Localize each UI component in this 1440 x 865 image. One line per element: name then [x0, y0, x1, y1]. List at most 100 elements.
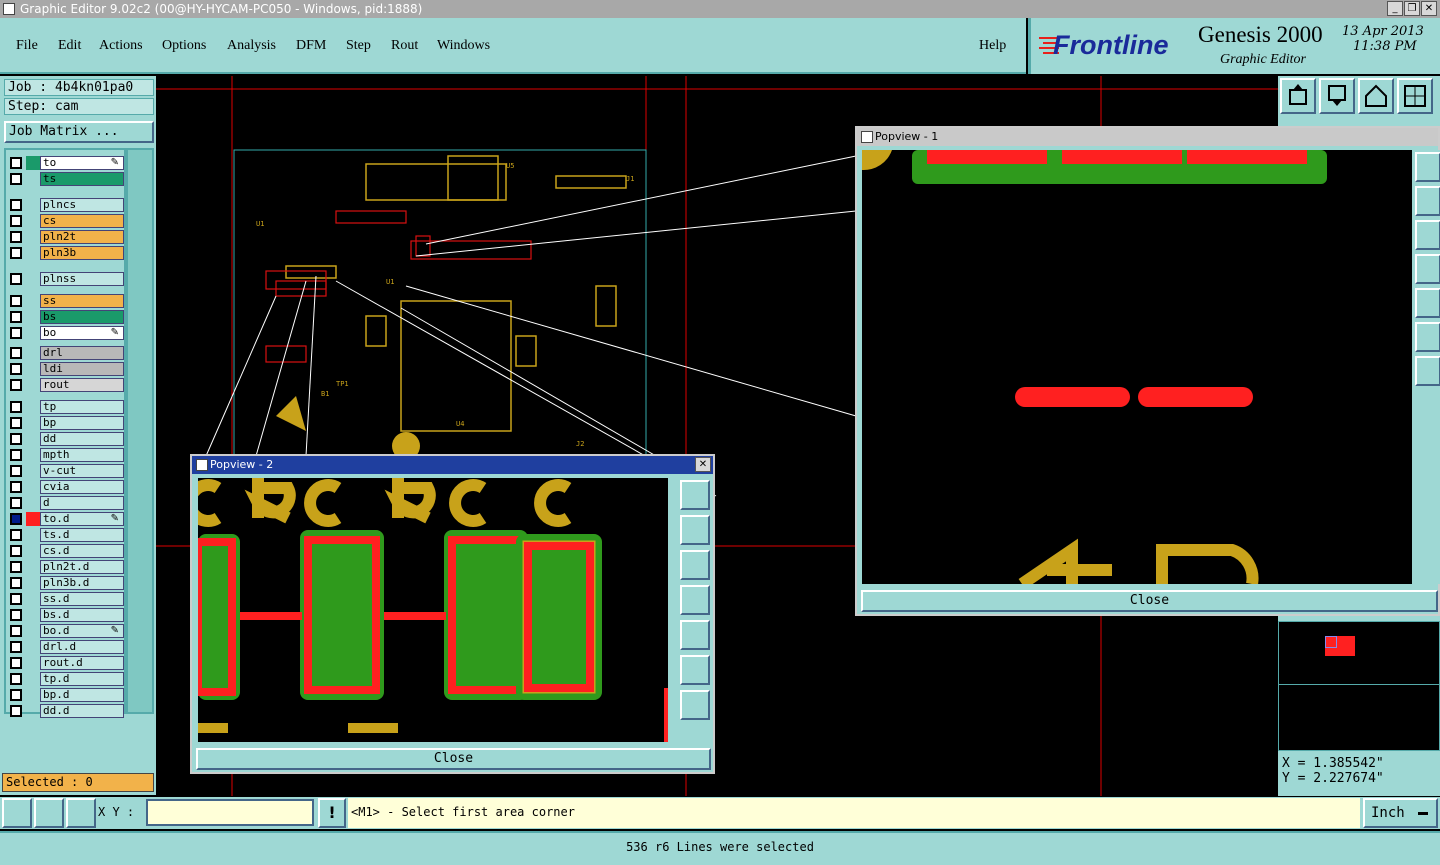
layer-row-bo[interactable]: bo ✎: [8, 326, 124, 340]
popview-1-canvas[interactable]: [862, 150, 1412, 584]
layer-row-pln2t.d[interactable]: pln2t.d: [8, 560, 124, 574]
layer-name[interactable]: plnss: [40, 272, 124, 286]
layer-row-cvia[interactable]: cvia: [8, 480, 124, 494]
layer-name[interactable]: cs.d: [40, 544, 124, 558]
layer-name[interactable]: bp: [40, 416, 124, 430]
layer-row-plncs[interactable]: plncs: [8, 198, 124, 212]
layer-row-drl.d[interactable]: drl.d: [8, 640, 124, 654]
layer-checkbox[interactable]: [10, 157, 22, 169]
layer-checkbox[interactable]: [10, 513, 22, 525]
menu-dfm[interactable]: DFM: [296, 38, 326, 54]
popview-1-titlebar[interactable]: Popview - 1: [857, 128, 1438, 146]
tool-grid-icon[interactable]: [1397, 78, 1433, 114]
layer-name[interactable]: ss.d: [40, 592, 124, 606]
layer-checkbox[interactable]: [10, 705, 22, 717]
layer-name[interactable]: ts: [40, 172, 124, 186]
layer-name[interactable]: tp: [40, 400, 124, 414]
layer-row-bp[interactable]: bp: [8, 416, 124, 430]
layer-name[interactable]: dd.d: [40, 704, 124, 718]
popview-2-up-icon[interactable]: [680, 515, 710, 545]
layer-name[interactable]: bs: [40, 310, 124, 324]
layer-checkbox[interactable]: [10, 673, 22, 685]
layer-name[interactable]: v-cut: [40, 464, 124, 478]
popview-1-zoom-icon[interactable]: [1415, 152, 1440, 182]
tool-export-icon[interactable]: [1280, 78, 1316, 114]
layer-checkbox[interactable]: [10, 327, 22, 339]
layer-checkbox[interactable]: [10, 401, 22, 413]
layer-row-plnss[interactable]: plnss: [8, 272, 124, 286]
layer-checkbox[interactable]: [10, 577, 22, 589]
layer-checkbox[interactable]: [10, 497, 22, 509]
layer-name[interactable]: ts.d: [40, 528, 124, 542]
layer-name[interactable]: dd: [40, 432, 124, 446]
menu-windows[interactable]: Windows: [437, 38, 490, 54]
layer-name[interactable]: mpth: [40, 448, 124, 462]
layer-name[interactable]: cs: [40, 214, 124, 228]
zoom-area-icon[interactable]: [2, 798, 32, 828]
popview-1-fit-icon[interactable]: [1415, 322, 1440, 352]
job-matrix-button[interactable]: Job Matrix ...: [4, 121, 154, 143]
layer-row-drl[interactable]: drl: [8, 346, 124, 360]
popview-2-down-icon[interactable]: [680, 550, 710, 580]
layer-name[interactable]: bo ✎: [40, 326, 124, 340]
layer-checkbox[interactable]: [10, 199, 22, 211]
layer-row-bp.d[interactable]: bp.d: [8, 688, 124, 702]
layer-row-pln3b.d[interactable]: pln3b.d: [8, 576, 124, 590]
layer-checkbox[interactable]: [10, 273, 22, 285]
tool-home-icon[interactable]: [1358, 78, 1394, 114]
layer-checkbox[interactable]: [10, 417, 22, 429]
layer-name[interactable]: bo.d ✎: [40, 624, 124, 638]
popview-2-pan-icon[interactable]: [680, 690, 710, 720]
close-window-button[interactable]: ✕: [1421, 1, 1437, 16]
layer-name[interactable]: ldi: [40, 362, 124, 376]
layer-checkbox[interactable]: [10, 347, 22, 359]
maximize-button[interactable]: ❐: [1404, 1, 1420, 16]
layer-name[interactable]: cvia: [40, 480, 124, 494]
layer-checkbox[interactable]: [10, 231, 22, 243]
alert-icon[interactable]: !: [318, 798, 346, 828]
layer-scrollbar[interactable]: [126, 148, 154, 714]
layer-row-ldi[interactable]: ldi: [8, 362, 124, 376]
layer-name[interactable]: rout: [40, 378, 124, 392]
layer-name[interactable]: to.d ✎: [40, 512, 124, 526]
layer-name[interactable]: drl.d: [40, 640, 124, 654]
layer-checkbox[interactable]: [10, 247, 22, 259]
layer-checkbox[interactable]: [10, 657, 22, 669]
layer-checkbox[interactable]: [10, 561, 22, 573]
layer-checkbox[interactable]: [10, 215, 22, 227]
layer-name[interactable]: pln3b: [40, 246, 124, 260]
layer-row-rout.d[interactable]: rout.d: [8, 656, 124, 670]
layer-name[interactable]: rout.d: [40, 656, 124, 670]
layer-row-v-cut[interactable]: v-cut: [8, 464, 124, 478]
layer-checkbox[interactable]: [10, 689, 22, 701]
overview-map[interactable]: [1278, 621, 1440, 751]
layer-row-pln3b[interactable]: pln3b: [8, 246, 124, 260]
menu-file[interactable]: File: [16, 38, 38, 54]
layer-name[interactable]: to ✎: [40, 156, 124, 170]
layer-row-ss.d[interactable]: ss.d: [8, 592, 124, 606]
popview-2-close-icon[interactable]: ✕: [695, 457, 711, 472]
menu-help[interactable]: Help: [979, 38, 1006, 54]
popview-2-fit-icon[interactable]: [680, 655, 710, 685]
menu-analysis[interactable]: Analysis: [227, 38, 276, 54]
menu-edit[interactable]: Edit: [58, 38, 81, 54]
layer-checkbox[interactable]: [10, 173, 22, 185]
layer-checkbox[interactable]: [10, 295, 22, 307]
layer-checkbox[interactable]: [10, 449, 22, 461]
layer-checkbox[interactable]: [10, 465, 22, 477]
layer-checkbox[interactable]: [10, 311, 22, 323]
layer-checkbox[interactable]: [10, 529, 22, 541]
tool-import-icon[interactable]: [1319, 78, 1355, 114]
layer-name[interactable]: bp.d: [40, 688, 124, 702]
layer-checkbox[interactable]: [10, 363, 22, 375]
popview-1-down-icon[interactable]: [1415, 220, 1440, 250]
popview-1-left-icon[interactable]: [1415, 254, 1440, 284]
layer-row-dd[interactable]: dd: [8, 432, 124, 446]
layer-name[interactable]: drl: [40, 346, 124, 360]
units-select[interactable]: Inch: [1363, 798, 1438, 828]
layer-checkbox[interactable]: [10, 641, 22, 653]
xy-input[interactable]: [146, 799, 314, 826]
popview-1-close-button[interactable]: Close: [861, 590, 1438, 612]
layer-row-ts.d[interactable]: ts.d: [8, 528, 124, 542]
layer-row-dd.d[interactable]: dd.d: [8, 704, 124, 718]
